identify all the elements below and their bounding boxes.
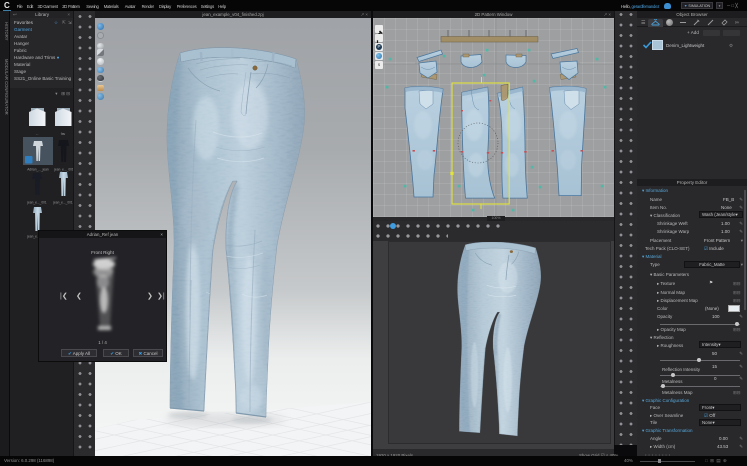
svg-text:jean_e..._001: jean_e..._001: [26, 201, 47, 205]
svg-text:Adrian_..._jean: Adrian_..._jean: [27, 168, 49, 172]
svg-text:...: ...: [36, 132, 39, 136]
svg-text:jean_e..._001: jean_e..._001: [52, 201, 73, 205]
svg-text:jean_e..._001: jean_e..._001: [53, 168, 73, 172]
svg-text:fav: fav: [61, 132, 66, 136]
